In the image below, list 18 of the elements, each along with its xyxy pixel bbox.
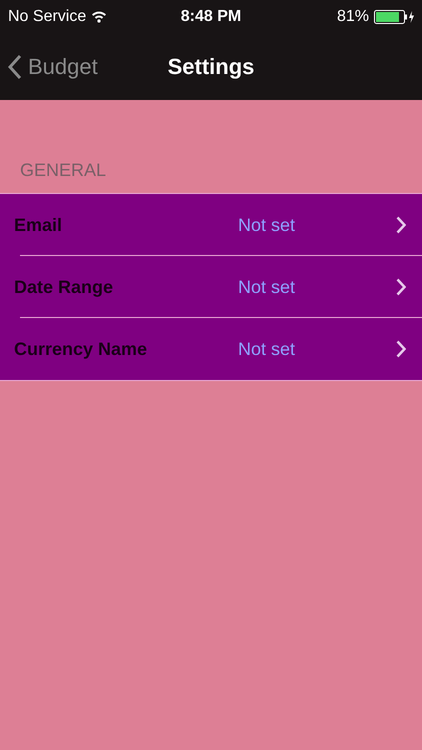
chevron-left-icon	[8, 54, 22, 80]
wifi-icon	[91, 10, 108, 23]
setting-value: Not set	[238, 214, 296, 236]
screen-title: Settings	[168, 54, 254, 80]
chevron-right-icon[interactable]	[396, 216, 406, 234]
setting-label: Date Range	[14, 276, 114, 298]
setting-label: Email	[14, 214, 64, 236]
carrier-text: No Service	[8, 8, 86, 26]
battery-icon	[374, 10, 414, 24]
chevron-right-icon[interactable]	[396, 340, 406, 358]
section-header: GENERAL	[20, 160, 106, 180]
setting-label: Currency Name	[14, 338, 148, 360]
setting-value: Not set	[238, 338, 296, 360]
setting-value: Not set	[238, 276, 296, 298]
battery-percent: 81%	[336, 8, 369, 26]
clock-text: 8:48 PM	[180, 8, 242, 26]
back-button[interactable]: Budget	[8, 54, 98, 80]
chevron-right-icon[interactable]	[396, 278, 406, 296]
